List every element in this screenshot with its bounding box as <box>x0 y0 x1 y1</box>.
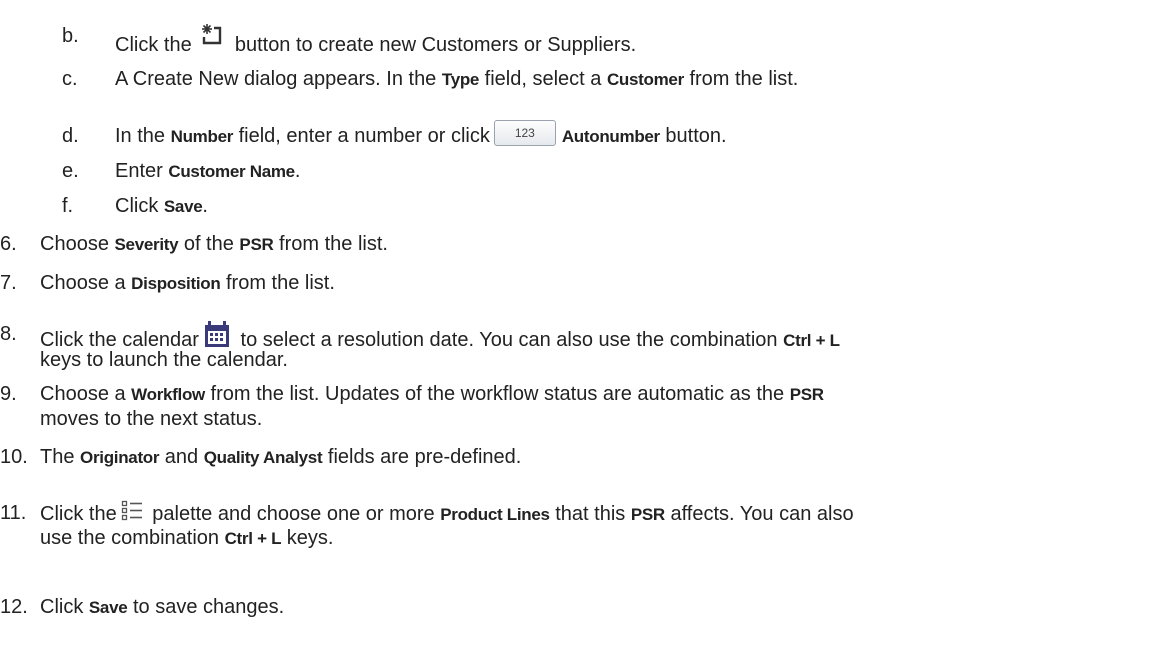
term-ctrl-l: Ctrl + L <box>224 529 282 548</box>
step-text: and <box>159 446 204 468</box>
term-psr: PSR <box>789 385 824 404</box>
step-text: Click <box>115 195 164 217</box>
list-palette-icon[interactable] <box>121 500 143 522</box>
step-text: from the list. Updates of the workflow s… <box>204 383 790 405</box>
step-text: Enter <box>115 160 169 182</box>
step-8: 8. Click the calendar to select a resolu… <box>0 311 1150 381</box>
step-marker: 9. <box>0 383 17 405</box>
step-text: keys. <box>281 527 334 549</box>
step-text: use the combination <box>40 527 225 549</box>
step-text: The <box>40 446 81 468</box>
step-marker: c. <box>62 68 78 90</box>
term-save: Save <box>163 197 203 216</box>
step-text: button. <box>659 125 727 147</box>
term-quality-analyst: Quality Analyst <box>203 448 323 467</box>
autonumber-button[interactable]: 123 <box>493 119 556 146</box>
step-9: 9. Choose a Workflow from the list. Upda… <box>0 381 1150 435</box>
step-text: fields are pre-defined. <box>322 446 522 468</box>
term-customer: Customer <box>606 70 684 89</box>
step-text: to save changes. <box>127 596 285 618</box>
term-psr: PSR <box>630 505 665 524</box>
step-text: . <box>202 195 208 217</box>
step-text: Click the <box>40 503 117 525</box>
step-marker: 11. <box>0 502 27 524</box>
term-originator: Originator <box>80 448 160 467</box>
step-text: affects. You can also <box>664 503 854 525</box>
step-text: of the <box>178 233 240 255</box>
step-marker: 6. <box>0 233 17 255</box>
step-text: Choose <box>40 233 115 255</box>
term-product-lines: Product Lines <box>440 505 550 524</box>
step-text: Choose a <box>40 272 132 294</box>
step-marker: 12. <box>0 596 28 618</box>
step-marker: b. <box>62 25 79 47</box>
step-text: field, enter a number or click <box>233 125 490 147</box>
term-customer-name: Customer Name <box>168 162 295 181</box>
calendar-icon[interactable] <box>203 321 231 349</box>
step-text: . <box>294 160 301 182</box>
step-text: Choose a <box>40 383 132 405</box>
term-disposition: Disposition <box>131 274 221 293</box>
step-marker: e. <box>62 160 79 182</box>
step-text: from the list. <box>273 233 388 255</box>
term-save: Save <box>88 598 128 617</box>
step-marker: d. <box>62 125 79 147</box>
step-marker: 8. <box>0 323 17 345</box>
step-11: 11. Click the palette and choose one or … <box>0 500 1150 556</box>
term-workflow: Workflow <box>131 385 205 404</box>
term-number: Number <box>170 127 234 146</box>
term-type: Type <box>441 70 480 89</box>
term-severity: Severity <box>114 235 179 254</box>
step-text: Click <box>40 596 89 618</box>
step-text: keys to launch the calendar. <box>40 349 288 371</box>
step-text: In the <box>115 125 171 147</box>
step-marker: 7. <box>0 272 17 294</box>
step-text: field, select a <box>479 68 607 90</box>
step-text: from the list. <box>683 68 799 90</box>
step-text: button to create new Customers or Suppli… <box>234 34 637 56</box>
step-b: b. Click the button to create new Custom… <box>0 9 1150 56</box>
step-text: from the list. <box>220 272 335 294</box>
step-marker: 10. <box>0 446 28 468</box>
step-d: d. In the Number field, enter a number o… <box>0 116 1150 150</box>
step-marker: f. <box>62 195 74 217</box>
term-autonumber: Autonumber <box>561 127 660 146</box>
step-text: palette and choose one or more <box>146 503 441 525</box>
step-text: A Create New dialog appears. In the <box>115 68 442 90</box>
term-psr: PSR <box>239 235 274 254</box>
step-text: that this <box>549 503 631 525</box>
new-record-icon <box>202 24 222 45</box>
step-text: moves to the next status. <box>40 408 263 430</box>
step-text: Click the <box>115 34 192 56</box>
